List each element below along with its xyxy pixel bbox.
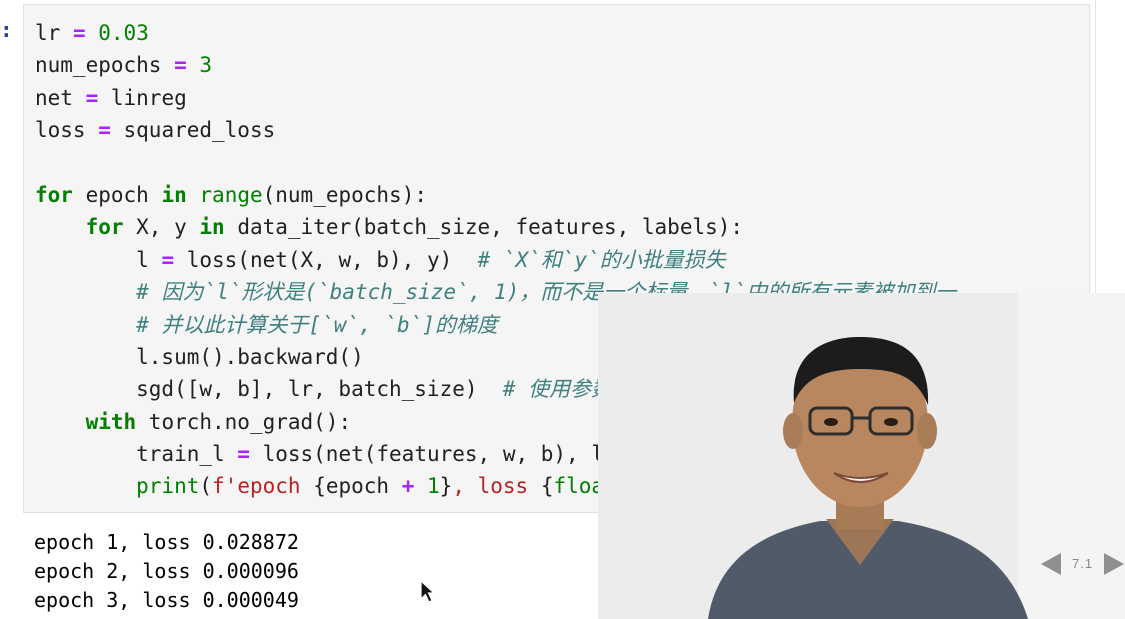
code-token: = [161, 247, 175, 272]
code-token: epoch [72, 182, 162, 207]
cell-output: epoch 1, loss 0.028872 epoch 2, loss 0.00… [34, 528, 299, 615]
code-token: loss(net(X, w, b), y) [174, 247, 478, 272]
code-token: sgd([w, b], lr, batch_size) [35, 377, 503, 402]
code-token: = [98, 118, 111, 143]
code-token: = [237, 442, 250, 467]
code-line: for X, y in data_iter(batch_size, featur… [35, 211, 956, 243]
code-token: loss [35, 118, 99, 143]
triangle-left-icon[interactable] [1041, 553, 1061, 575]
code-token: torch.no_grad(): [136, 409, 352, 434]
code-token: = [85, 85, 99, 110]
code-token: # 并以此计算关于[`w`, `b`]的梯度 [136, 312, 498, 337]
code-line: lr = 0.03 [35, 17, 956, 49]
code-token: } [439, 474, 453, 499]
code-token: 1 [427, 474, 440, 499]
output-line: epoch 3, loss 0.000049 [34, 588, 299, 612]
output-line: epoch 1, loss 0.028872 [34, 530, 299, 554]
code-token: for [35, 182, 73, 207]
code-token: 3 [199, 53, 213, 78]
triangle-right-icon[interactable] [1104, 553, 1124, 575]
code-token: = [72, 21, 86, 45]
code-token: for [85, 215, 124, 240]
code-token: + [401, 474, 415, 499]
code-token: l [35, 247, 162, 272]
code-token: in [199, 215, 225, 240]
slide-navigation: 7.1 [1041, 549, 1125, 579]
code-token: print [136, 474, 200, 499]
code-token: l.sum().backward() [35, 344, 364, 369]
code-token: in [161, 182, 187, 207]
code-token: data_iter(batch_size, features, labels): [224, 215, 744, 240]
mouse-pointer-icon [420, 579, 436, 608]
code-token: = [174, 53, 187, 78]
code-token: , loss [452, 474, 541, 499]
output-line: epoch 2, loss 0.000096 [34, 559, 299, 583]
code-token: train_l [35, 442, 238, 467]
code-line: net = linreg [35, 82, 956, 114]
code-line: loss = squared_loss [35, 114, 956, 146]
code-token: with [85, 409, 137, 434]
code-token: { [540, 474, 554, 499]
code-token: # `X`和`y`的小批量损失 [477, 247, 726, 272]
slide-number: 7.1 [1072, 556, 1094, 571]
code-token: ( [199, 474, 213, 499]
code-token: (num_epochs): [262, 182, 427, 207]
code-token: {epoch [313, 474, 402, 499]
code-token: X, y [123, 215, 200, 240]
code-token: lr [35, 21, 61, 45]
code-token: num_epochs [35, 53, 162, 78]
code-token: linreg [98, 85, 187, 110]
code-token: range [199, 182, 263, 207]
code-line: num_epochs = 3 [35, 49, 956, 81]
code-line: l = loss(net(X, w, b), y) # `X`和`y`的小批量损… [35, 244, 956, 276]
code-line: for epoch in range(num_epochs): [35, 179, 956, 211]
code-token: 0.03 [98, 21, 149, 45]
code-token: net [35, 85, 86, 110]
code-token: squared_loss [110, 118, 276, 143]
cell-prompt: : [0, 18, 13, 42]
code-token: f'epoch [212, 474, 314, 499]
